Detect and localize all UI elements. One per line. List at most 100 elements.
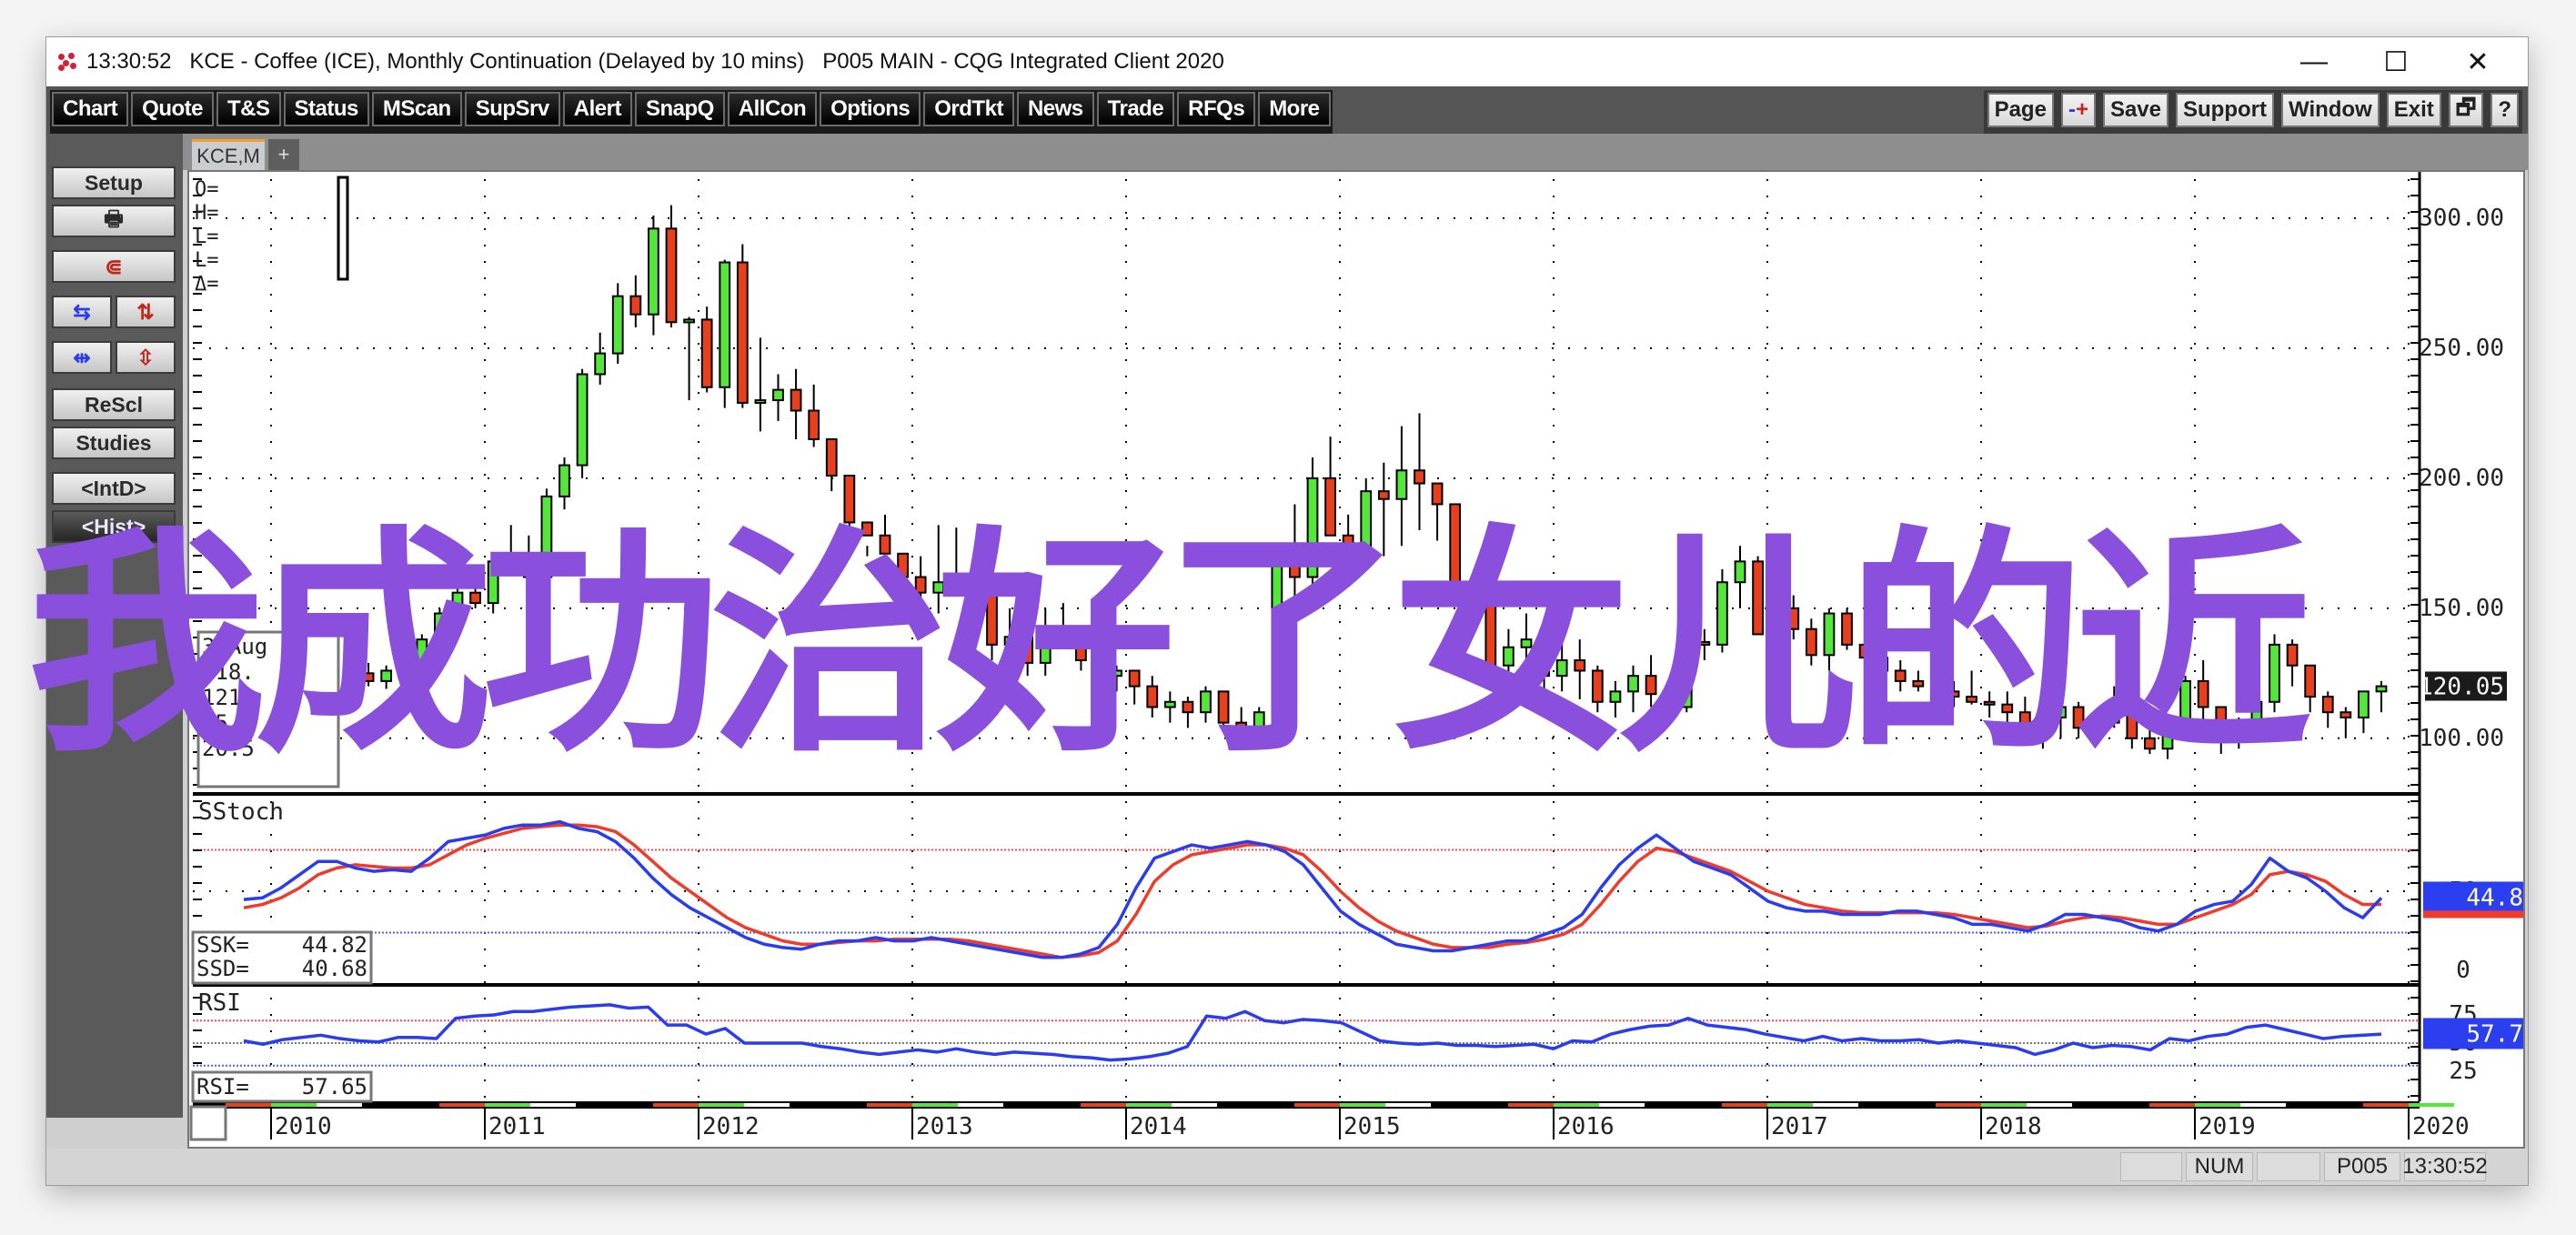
maximize-button[interactable]: ☐ <box>2355 37 2437 86</box>
time-axis-segment <box>2195 1103 2240 1107</box>
rescale-button[interactable]: ReScl <box>52 388 176 421</box>
time-axis-segment <box>271 1103 317 1107</box>
x-axis-label: 2013 <box>916 1113 973 1140</box>
time-axis-segment <box>1767 1103 1813 1107</box>
toolbar-button-rfqs[interactable]: RFQs <box>1177 92 1256 126</box>
intraday-button[interactable]: <IntD> <box>52 472 176 505</box>
candle-body <box>754 399 767 405</box>
candle-body <box>629 295 642 316</box>
toolbar-button-news[interactable]: News <box>1016 92 1094 126</box>
toolbar-left-group: Chart Quote T&S Status MScan SupSrv Alert SnapQ… <box>50 90 1333 134</box>
ssk-last-label: 44.8 <box>2466 884 2523 911</box>
time-axis-segment <box>1340 1103 1385 1107</box>
toolbar-button-more[interactable]: More <box>1258 92 1331 126</box>
toolbar-button-options[interactable]: Options <box>820 92 921 126</box>
candle-body <box>700 318 713 388</box>
price-axis-label: 300.00 <box>2419 205 2504 232</box>
time-axis-segment <box>653 1103 699 1107</box>
toolbar-button-mscan[interactable]: MScan <box>371 92 462 126</box>
exit-button[interactable]: Exit <box>2386 93 2441 127</box>
time-axis-segment <box>1981 1103 2027 1107</box>
toolbar-button-trade[interactable]: Trade <box>1096 92 1175 126</box>
title-time: 13:30:52 <box>86 49 172 74</box>
time-axis-segment <box>2149 1103 2195 1107</box>
price-axis-label: 200.00 <box>2419 465 2504 492</box>
x-axis-label: 2012 <box>702 1113 760 1140</box>
toolbar-button-alert[interactable]: Alert <box>562 92 632 126</box>
shift-horizontal-button[interactable]: ⇆ <box>52 296 112 328</box>
close-button[interactable]: ✕ <box>2437 37 2519 86</box>
time-axis-segment <box>1813 1103 1858 1107</box>
magnet-button[interactable]: ⋐ <box>52 250 176 283</box>
rsi-value: 57.65 <box>302 1074 367 1099</box>
candle-body <box>772 388 784 402</box>
window-title: KCE - Coffee (ICE), Monthly Continuation… <box>189 49 1224 74</box>
studies-button[interactable]: Studies <box>52 427 176 459</box>
support-button[interactable]: Support <box>2176 93 2274 127</box>
status-empty-2 <box>2257 1152 2320 1181</box>
time-axis-segment <box>1508 1103 1554 1107</box>
sstoch-title: SStoch <box>198 798 284 826</box>
page-button[interactable]: Page <box>1987 93 2054 127</box>
title-bar: 13:30:52 KCE - Coffee (ICE), Monthly Con… <box>46 37 2528 86</box>
candle-body <box>611 295 624 355</box>
sstoch-lines <box>193 819 2420 959</box>
add-tab-button[interactable]: + <box>268 139 299 170</box>
toolbar-button-ts[interactable]: T&S <box>216 92 281 126</box>
toolbar-button-chart[interactable]: Chart <box>52 92 129 126</box>
toolbar-button-ordtkt[interactable]: OrdTkt <box>923 92 1014 126</box>
time-axis-segment <box>1126 1103 1172 1107</box>
time-axis-segment <box>1722 1103 1767 1107</box>
candle-body <box>1377 490 1390 500</box>
compress-vertical-icon: ⇳ <box>136 345 155 369</box>
cursor-box-bar <box>337 176 349 281</box>
toolbar-button-allcon[interactable]: AllCon <box>727 92 818 126</box>
panel-separator <box>193 792 2420 796</box>
panel-separator <box>193 983 2420 987</box>
sstoch-axis-0: 0 <box>2456 957 2470 984</box>
setup-button[interactable]: Setup <box>52 166 176 199</box>
x-axis-label: 2010 <box>275 1113 332 1140</box>
chart-tab-strip: KCE,M + <box>183 134 2528 170</box>
arrows-vertical-icon: ⇅ <box>136 299 155 324</box>
overlay-caption: 我成功治好了女儿的近 <box>27 507 2312 784</box>
status-page: P005 <box>2324 1152 2400 1181</box>
rsi-line <box>193 1003 2420 1067</box>
cursor-readout-line: L= <box>195 226 219 248</box>
toolbar-button-status[interactable]: Status <box>283 92 369 126</box>
candle-body <box>558 464 570 497</box>
ssk-label: SSK= <box>196 932 249 958</box>
candle-body <box>1414 469 1425 485</box>
save-button[interactable]: Save <box>2102 93 2169 127</box>
time-axis-segment <box>1081 1103 1126 1107</box>
toolbar-button-quote[interactable]: Quote <box>131 92 214 126</box>
shift-vertical-button[interactable]: ⇅ <box>116 296 176 328</box>
magnet-icon: ⋐ <box>105 254 123 278</box>
help-button[interactable]: ? <box>2490 93 2519 127</box>
rsi-last-label: 57.7 <box>2466 1020 2523 1048</box>
compress-horizontal-icon: ⇹ <box>73 345 91 369</box>
zoom-minus-plus-button[interactable]: - + <box>2060 93 2096 127</box>
arrows-horizontal-icon: ⇆ <box>73 299 91 324</box>
time-axis-segment <box>530 1103 576 1107</box>
compress-horizontal-button[interactable]: ⇹ <box>52 341 112 374</box>
rsi-axis-label: 25 <box>2449 1058 2477 1085</box>
time-axis-segment <box>439 1103 485 1107</box>
price-axis-label: 250.00 <box>2419 335 2504 362</box>
minimize-button[interactable]: — <box>2273 37 2355 86</box>
restore-window-button[interactable]: 🗗 <box>2448 93 2484 127</box>
print-button[interactable]: 🖶 <box>52 205 176 237</box>
candle-body <box>808 409 820 440</box>
tab-kce-m[interactable]: KCE,M <box>192 139 265 170</box>
toolbar-button-supsrv[interactable]: SupSrv <box>464 92 560 126</box>
time-axis-segment <box>1599 1103 1645 1107</box>
x-axis-label: 2020 <box>2412 1113 2470 1140</box>
candle-body <box>1431 482 1444 506</box>
time-axis-segment <box>958 1103 1003 1107</box>
toolbar-button-snapq[interactable]: SnapQ <box>634 92 725 126</box>
status-bar: NUM P005 13:30:52 <box>46 1149 2528 1185</box>
ssd-value: 40.68 <box>302 956 367 981</box>
time-axis-segment <box>2363 1103 2409 1107</box>
compress-vertical-button[interactable]: ⇳ <box>116 341 176 374</box>
window-button[interactable]: Window <box>2281 93 2380 127</box>
